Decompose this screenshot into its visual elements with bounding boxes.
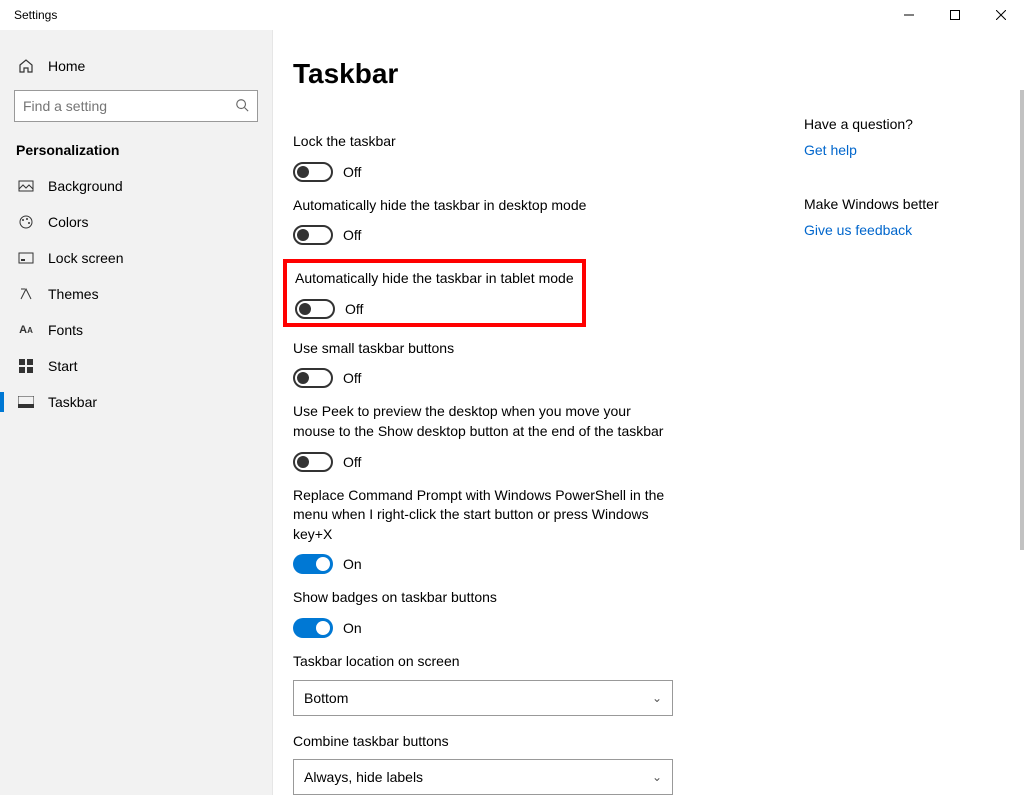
nav-home-label: Home — [48, 58, 85, 74]
window-controls — [886, 0, 1024, 30]
section-title: Personalization — [0, 136, 272, 168]
feedback-header: Make Windows better — [804, 196, 994, 212]
main-panel: Taskbar Lock the taskbar Off Automatical… — [273, 30, 1024, 795]
palette-icon — [18, 214, 34, 230]
nav-home[interactable]: Home — [0, 48, 272, 84]
feedback-link[interactable]: Give us feedback — [804, 222, 994, 238]
toggle-peek[interactable] — [293, 452, 333, 472]
nav-item-label: Start — [48, 358, 78, 374]
setting-label: Show badges on taskbar buttons — [293, 588, 673, 608]
nav-item-label: Taskbar — [48, 394, 97, 410]
toggle-hide-tablet[interactable] — [295, 299, 335, 319]
picture-icon — [18, 178, 34, 194]
search-box[interactable] — [14, 90, 258, 122]
setting-small-buttons: Use small taskbar buttons Off — [293, 339, 673, 389]
chevron-down-icon: ⌄ — [652, 691, 662, 705]
location-label: Taskbar location on screen — [293, 652, 1024, 672]
toggle-state: Off — [345, 301, 363, 317]
toggle-state: Off — [343, 370, 361, 386]
setting-peek: Use Peek to preview the desktop when you… — [293, 402, 673, 471]
setting-badges: Show badges on taskbar buttons On — [293, 588, 673, 638]
scrollbar[interactable] — [1014, 30, 1024, 795]
lockscreen-icon — [18, 250, 34, 266]
nav-start[interactable]: Start — [0, 348, 272, 384]
nav-item-label: Themes — [48, 286, 99, 302]
right-column: Have a question? Get help Make Windows b… — [804, 116, 994, 276]
highlighted-setting: Automatically hide the taskbar in tablet… — [283, 259, 586, 327]
toggle-hide-desktop[interactable] — [293, 225, 333, 245]
setting-label: Lock the taskbar — [293, 132, 673, 152]
toggle-state: On — [343, 620, 362, 636]
setting-label: Automatically hide the taskbar in tablet… — [295, 269, 574, 289]
close-button[interactable] — [978, 0, 1024, 30]
search-icon — [235, 98, 249, 115]
toggle-state: Off — [343, 454, 361, 470]
setting-label: Replace Command Prompt with Windows Powe… — [293, 486, 673, 545]
setting-lock: Lock the taskbar Off — [293, 132, 673, 182]
question-header: Have a question? — [804, 116, 994, 132]
nav-item-label: Colors — [48, 214, 88, 230]
setting-hide-desktop: Automatically hide the taskbar in deskto… — [293, 196, 673, 246]
setting-hide-tablet: Automatically hide the taskbar in tablet… — [295, 269, 574, 319]
setting-powershell: Replace Command Prompt with Windows Powe… — [293, 486, 673, 575]
nav-item-label: Fonts — [48, 322, 83, 338]
get-help-link[interactable]: Get help — [804, 142, 994, 158]
combine-dropdown[interactable]: Always, hide labels ⌄ — [293, 759, 673, 795]
toggle-state: Off — [343, 164, 361, 180]
taskbar-icon — [18, 394, 34, 410]
maximize-button[interactable] — [932, 0, 978, 30]
nav-item-label: Background — [48, 178, 123, 194]
nav-fonts[interactable]: AA Fonts — [0, 312, 272, 348]
combine-label: Combine taskbar buttons — [293, 732, 1024, 752]
nav-background[interactable]: Background — [0, 168, 272, 204]
toggle-small-buttons[interactable] — [293, 368, 333, 388]
nav-themes[interactable]: Themes — [0, 276, 272, 312]
fonts-icon: AA — [18, 322, 34, 338]
setting-label: Use small taskbar buttons — [293, 339, 673, 359]
nav-lockscreen[interactable]: Lock screen — [0, 240, 272, 276]
chevron-down-icon: ⌄ — [652, 770, 662, 784]
toggle-lock[interactable] — [293, 162, 333, 182]
home-icon — [18, 58, 34, 74]
minimize-button[interactable] — [886, 0, 932, 30]
toggle-badges[interactable] — [293, 618, 333, 638]
nav-item-label: Lock screen — [48, 250, 123, 266]
location-dropdown[interactable]: Bottom ⌄ — [293, 680, 673, 716]
scrollbar-thumb[interactable] — [1020, 90, 1024, 550]
combine-value: Always, hide labels — [304, 769, 423, 785]
search-input[interactable] — [23, 98, 235, 114]
window-title: Settings — [14, 8, 57, 22]
title-bar: Settings — [0, 0, 1024, 30]
themes-icon — [18, 286, 34, 302]
setting-label: Automatically hide the taskbar in deskto… — [293, 196, 673, 216]
page-heading: Taskbar — [293, 58, 1024, 90]
toggle-powershell[interactable] — [293, 554, 333, 574]
nav-taskbar[interactable]: Taskbar — [0, 384, 272, 420]
nav-colors[interactable]: Colors — [0, 204, 272, 240]
toggle-state: On — [343, 556, 362, 572]
location-value: Bottom — [304, 690, 348, 706]
setting-label: Use Peek to preview the desktop when you… — [293, 402, 673, 441]
sidebar: Home Personalization Background Colors L… — [0, 30, 273, 795]
start-icon — [18, 358, 34, 374]
toggle-state: Off — [343, 227, 361, 243]
